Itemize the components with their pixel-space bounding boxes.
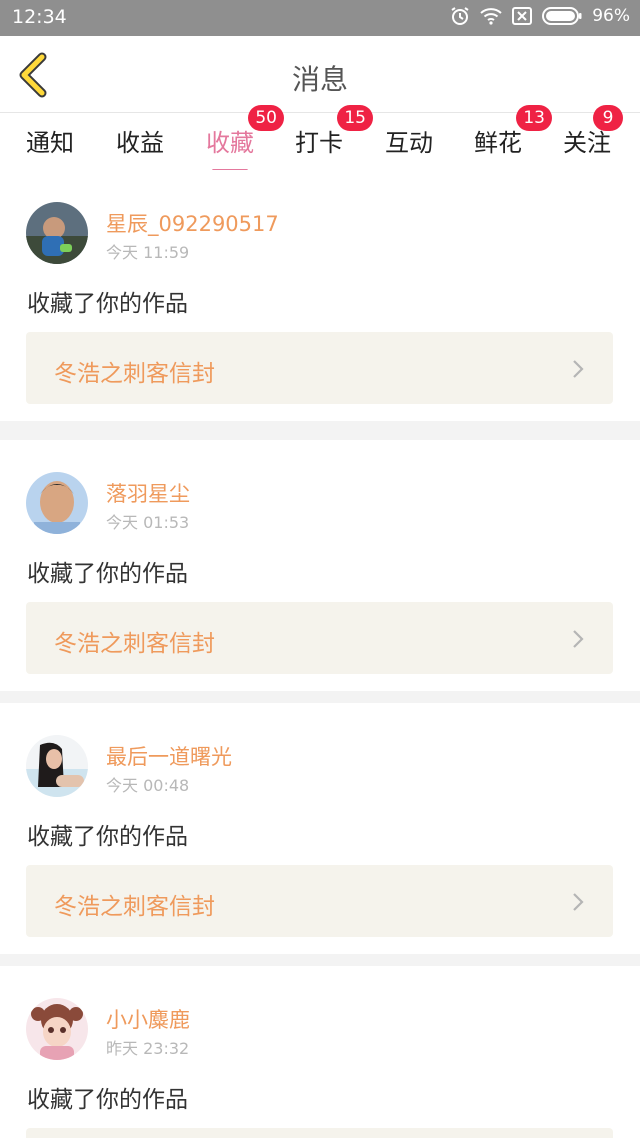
user-name[interactable]: 星辰_092290517 <box>106 208 279 238</box>
tab-flowers[interactable]: 鲜花 13 <box>474 105 552 158</box>
app-header: 消息 <box>0 36 640 113</box>
work-link[interactable]: 冬浩之刺客信封 <box>26 865 613 937</box>
battery-percent: 96% <box>592 6 630 26</box>
unread-badge: 50 <box>248 105 284 131</box>
work-link[interactable]: 冬浩之刺客信封 <box>26 602 613 674</box>
user-name[interactable]: 最后一道曙光 <box>106 741 232 771</box>
status-time: 12:34 <box>12 6 67 28</box>
chevron-right-icon <box>573 360 584 378</box>
avatar[interactable] <box>26 735 88 797</box>
work-title: 冬浩之刺客信封 <box>54 361 215 387</box>
tab-label: 打卡 <box>295 129 343 157</box>
tab-checkin[interactable]: 打卡 15 <box>295 105 373 158</box>
action-text: 收藏了你的作品 <box>27 824 188 850</box>
timestamp: 今天 11:59 <box>106 243 190 262</box>
tab-label: 鲜花 <box>474 129 522 157</box>
user-name[interactable]: 小小麋鹿 <box>106 1004 190 1034</box>
work-title: 冬浩之刺客信封 <box>54 894 215 920</box>
action-text: 收藏了你的作品 <box>27 561 188 587</box>
status-icons: 96% <box>450 6 630 26</box>
action-text: 收藏了你的作品 <box>27 1087 188 1113</box>
no-sim-icon <box>512 7 533 25</box>
tab-interactions[interactable]: 互动 <box>385 123 433 158</box>
chevron-right-icon <box>573 893 584 911</box>
tab-label: 通知 <box>26 129 74 157</box>
status-bar: 12:34 96% <box>0 0 640 36</box>
work-title: 冬浩之刺客信封 <box>54 631 215 657</box>
tab-follows[interactable]: 关注 9 <box>563 105 623 158</box>
battery-icon <box>542 7 582 25</box>
timestamp: 今天 01:53 <box>106 513 190 532</box>
tab-label: 收藏 <box>206 129 254 157</box>
page-title: 消息 <box>291 63 348 96</box>
avatar[interactable] <box>26 472 88 534</box>
tab-label: 互动 <box>385 129 433 157</box>
alarm-icon <box>450 6 470 26</box>
avatar[interactable] <box>26 202 88 264</box>
action-text: 收藏了你的作品 <box>27 291 188 317</box>
list-item: 星辰_092290517 今天 11:59 收藏了你的作品 冬浩之刺客信封 <box>0 170 640 421</box>
list-item: 小小麋鹿 昨天 23:32 收藏了你的作品 <box>0 966 640 1138</box>
tab-favorites[interactable]: 收藏 50 <box>206 105 284 172</box>
tab-earnings[interactable]: 收益 <box>116 123 164 158</box>
wifi-icon <box>480 7 502 25</box>
work-link[interactable] <box>26 1128 613 1138</box>
list-item: 最后一道曙光 今天 00:48 收藏了你的作品 冬浩之刺客信封 <box>0 703 640 954</box>
timestamp: 昨天 23:32 <box>106 1039 190 1058</box>
message-tabs: 通知 收益 收藏 50 打卡 15 互动 鲜花 13 关注 9 <box>0 105 640 172</box>
tab-label: 收益 <box>116 129 164 157</box>
user-name[interactable]: 落羽星尘 <box>106 478 190 508</box>
unread-badge: 9 <box>593 105 623 131</box>
avatar[interactable] <box>26 998 88 1060</box>
list-item: 落羽星尘 今天 01:53 收藏了你的作品 冬浩之刺客信封 <box>0 440 640 691</box>
tab-label: 关注 <box>563 129 611 157</box>
chevron-right-icon <box>573 630 584 648</box>
tab-notifications[interactable]: 通知 <box>26 123 74 158</box>
unread-badge: 15 <box>337 105 373 131</box>
timestamp: 今天 00:48 <box>106 776 190 795</box>
unread-badge: 13 <box>516 105 552 131</box>
work-link[interactable]: 冬浩之刺客信封 <box>26 332 613 404</box>
